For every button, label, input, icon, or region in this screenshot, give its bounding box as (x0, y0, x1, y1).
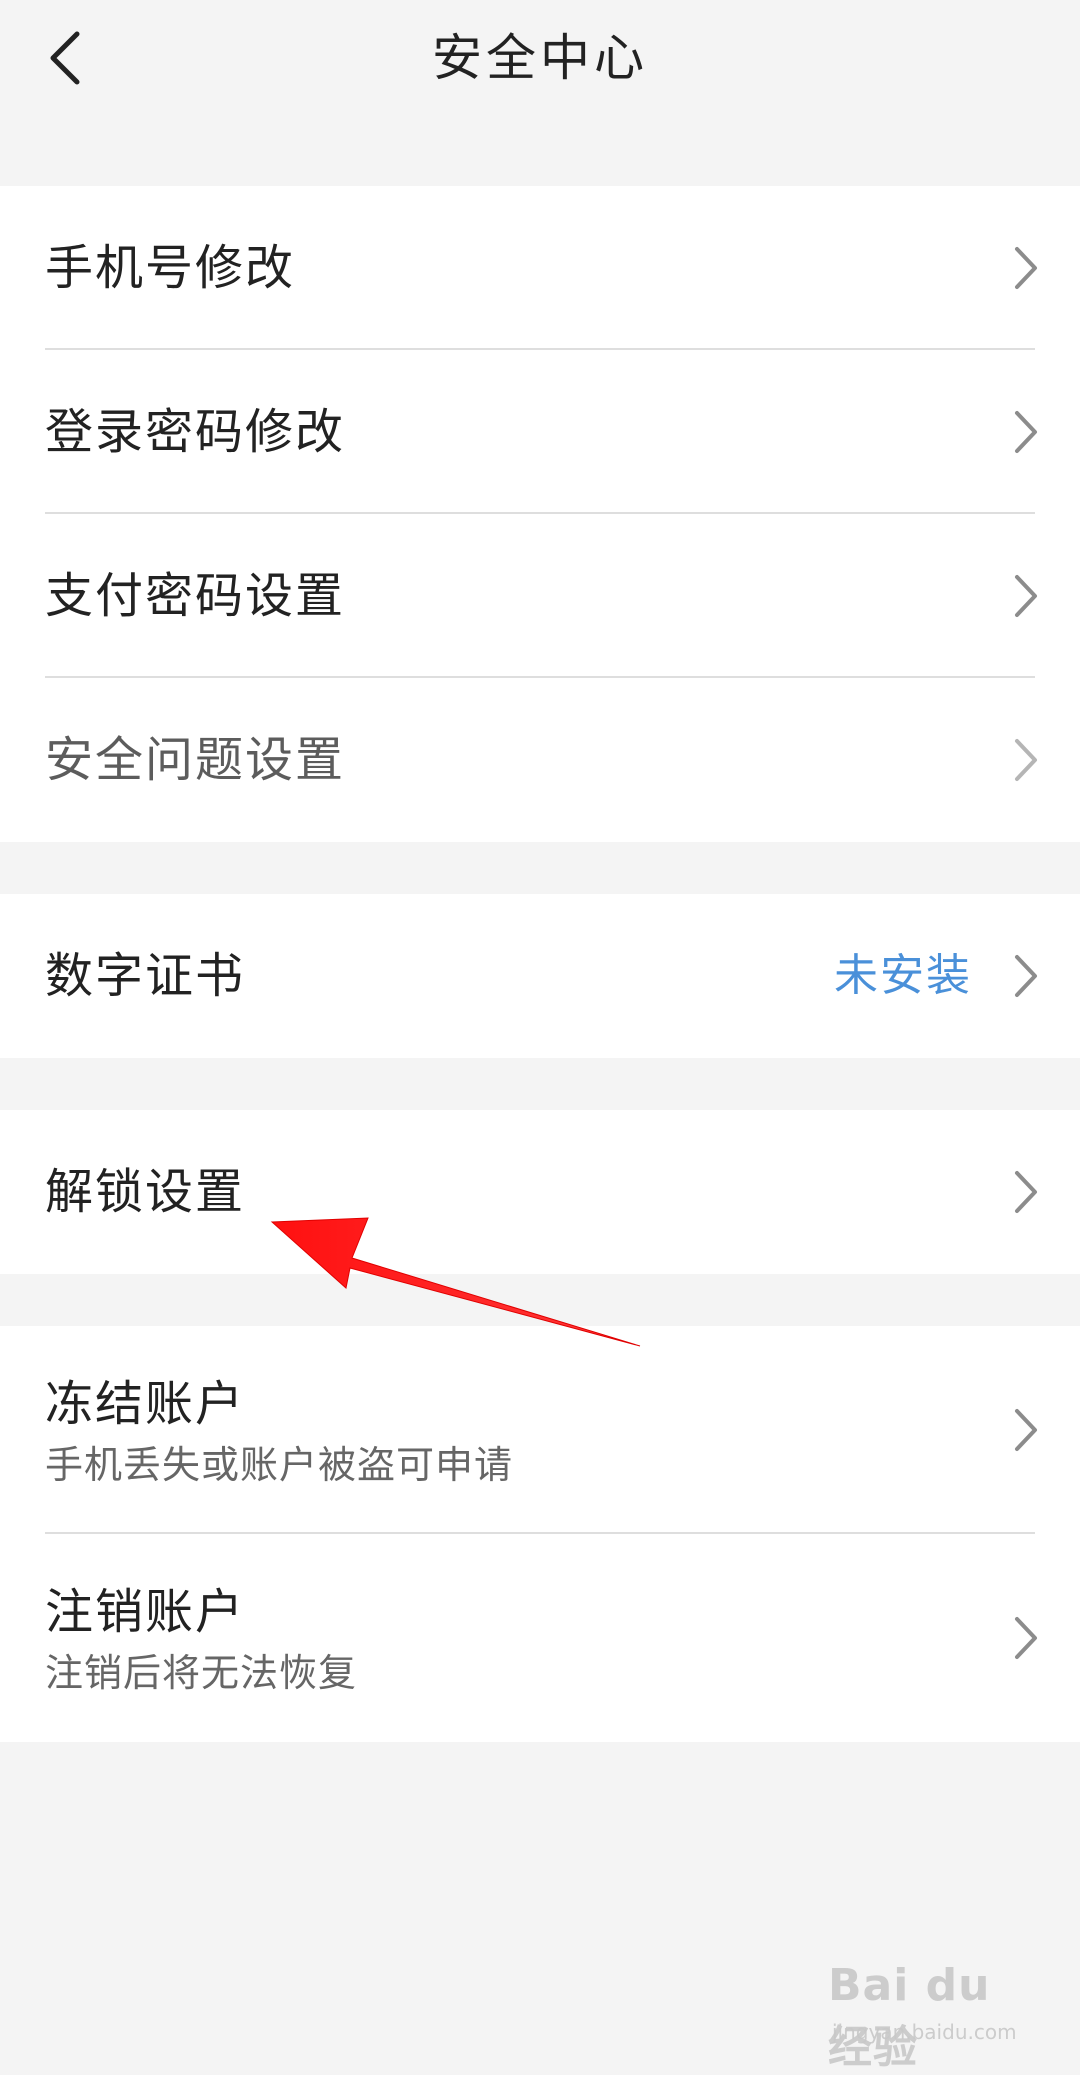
item-label: 支付密码设置 (45, 568, 346, 624)
certificate-status: 未安装 (834, 950, 972, 1001)
item-description: 注销后将无法恢复 (45, 1651, 358, 1695)
chevron-right-icon (1015, 739, 1037, 781)
digital-certificate-item[interactable]: 数字证书 未安装 (0, 894, 1080, 1058)
header: 安全中心 (0, 0, 1080, 186)
item-label: 注销账户 (45, 1584, 246, 1640)
chevron-right-icon (1015, 955, 1037, 997)
certificate-group: 数字证书 未安装 (0, 894, 1080, 1058)
item-label: 安全问题设置 (45, 732, 346, 788)
account-management-group: 冻结账户 手机丢失或账户被盗可申请 注销账户 注销后将无法恢复 (0, 1326, 1080, 1742)
watermark-url: jingyan.baidu.com (832, 2020, 1017, 2044)
close-account-item[interactable]: 注销账户 注销后将无法恢复 (0, 1534, 1080, 1742)
unlock-setting-item[interactable]: 解锁设置 (0, 1110, 1080, 1274)
watermark-brand: Bai du 经验 (828, 1960, 991, 2073)
account-security-group: 手机号修改 登录密码修改 支付密码设置 安全问题设置 (0, 186, 1080, 842)
baidu-watermark: Bai du 经验 jingyan.baidu.com (828, 1950, 1048, 2073)
item-label: 冻结账户 (45, 1376, 246, 1432)
phone-number-change-item[interactable]: 手机号修改 (0, 186, 1080, 350)
item-label: 手机号修改 (45, 240, 296, 296)
security-question-setting-item[interactable]: 安全问题设置 (0, 678, 1080, 842)
chevron-right-icon (1015, 1409, 1037, 1451)
item-label: 登录密码修改 (45, 404, 346, 460)
page-title: 安全中心 (432, 29, 648, 87)
chevron-right-icon (1015, 411, 1037, 453)
item-label: 解锁设置 (45, 1164, 246, 1220)
unlock-group: 解锁设置 (0, 1110, 1080, 1274)
login-password-change-item[interactable]: 登录密码修改 (0, 350, 1080, 514)
payment-password-setting-item[interactable]: 支付密码设置 (0, 514, 1080, 678)
chevron-right-icon (1015, 247, 1037, 289)
freeze-account-item[interactable]: 冻结账户 手机丢失或账户被盗可申请 (0, 1326, 1080, 1534)
item-label: 数字证书 (45, 948, 246, 1004)
chevron-right-icon (1015, 575, 1037, 617)
chevron-right-icon (1015, 1617, 1037, 1659)
chevron-right-icon (1015, 1171, 1037, 1213)
item-description: 手机丢失或账户被盗可申请 (45, 1443, 514, 1487)
